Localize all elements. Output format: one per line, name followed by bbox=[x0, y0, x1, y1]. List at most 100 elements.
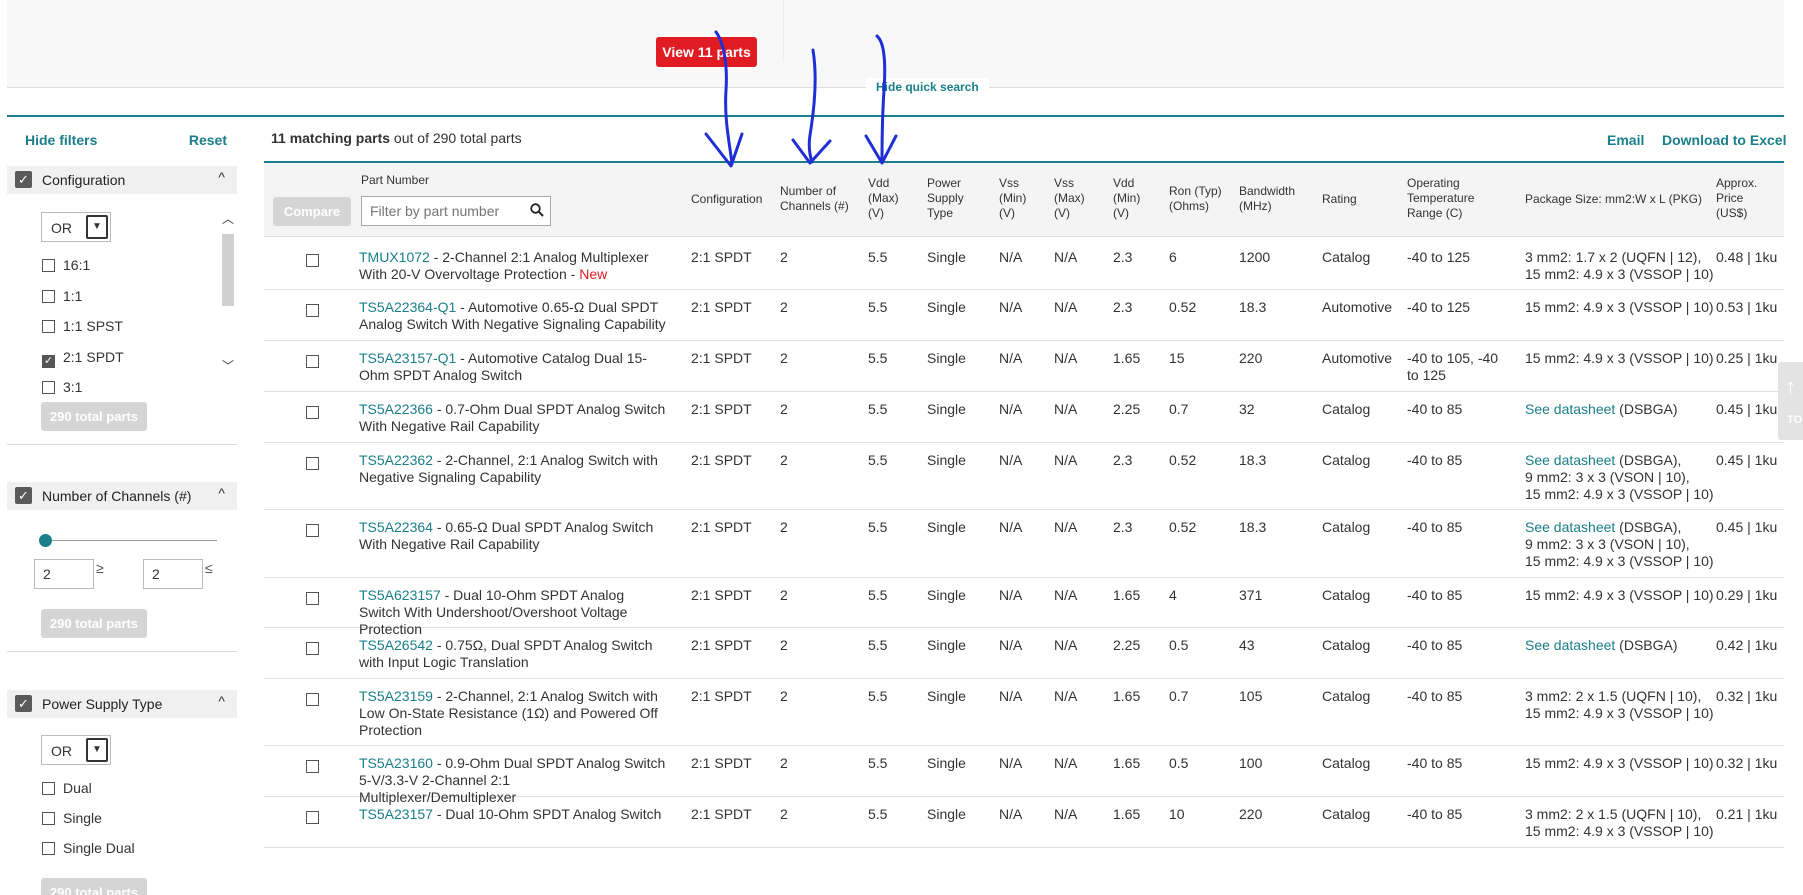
reset-link[interactable]: Reset bbox=[189, 132, 227, 148]
chevron-up-icon[interactable]: ^ bbox=[218, 485, 225, 501]
search-icon[interactable] bbox=[530, 203, 544, 217]
column-header-rating[interactable]: Rating bbox=[1322, 192, 1382, 207]
checkbox-icon[interactable] bbox=[42, 782, 55, 795]
configuration-option[interactable]: 1:1 bbox=[42, 288, 82, 306]
row-compare-checkbox[interactable] bbox=[306, 811, 319, 824]
column-header-vss-max[interactable]: Vss (Max) (V) bbox=[1054, 176, 1092, 221]
configuration-total-button[interactable]: 290 total parts bbox=[41, 402, 147, 431]
checkbox-checked-icon[interactable]: ✓ bbox=[42, 354, 55, 368]
channel-range-track[interactable] bbox=[45, 540, 217, 541]
row-compare-checkbox[interactable] bbox=[306, 304, 319, 317]
checkbox-icon[interactable] bbox=[42, 842, 55, 855]
part-number-link[interactable]: TS5A22364-Q1 bbox=[359, 299, 456, 315]
part-number-link[interactable]: TS5A22366 bbox=[359, 401, 433, 417]
part-number-link[interactable]: TS5A22362 bbox=[359, 452, 433, 468]
checkbox-icon[interactable] bbox=[42, 320, 55, 333]
configuration-option[interactable]: 16:1 bbox=[42, 257, 90, 275]
configuration-option[interactable]: 1:1 SPST bbox=[42, 318, 123, 336]
column-header-package[interactable]: Package Size: mm2:W x L (PKG) bbox=[1525, 192, 1715, 207]
channels-min-input[interactable]: 2 bbox=[34, 559, 94, 589]
column-header-price[interactable]: Approx. Price (US$) bbox=[1716, 176, 1776, 221]
column-header-bandwidth[interactable]: Bandwidth (MHz) bbox=[1239, 184, 1305, 214]
filter-channels-header[interactable]: ✓ Number of Channels (#) ^ bbox=[7, 482, 237, 510]
vssmax-cell: N/A bbox=[1054, 637, 1078, 653]
part-number-link[interactable]: TS5A23157 bbox=[359, 806, 433, 822]
chevron-up-icon[interactable]: ^ bbox=[218, 693, 225, 709]
download-excel-link[interactable]: Download to Excel bbox=[1662, 132, 1786, 148]
config-cell: 2:1 SPDT bbox=[691, 637, 752, 653]
column-header-ron[interactable]: Ron (Typ) (Ohms) bbox=[1169, 184, 1229, 214]
options-scrollbar[interactable]: ︿ ﹀ bbox=[220, 210, 236, 375]
configuration-operator-select[interactable]: OR ▼ bbox=[41, 212, 111, 242]
hide-filters-link[interactable]: Hide filters bbox=[25, 132, 97, 148]
part-number-link[interactable]: TS5A23159 bbox=[359, 688, 433, 704]
column-header-power-supply[interactable]: Power Supply Type bbox=[927, 176, 977, 221]
column-header-channels[interactable]: Number of Channels (#) bbox=[780, 184, 852, 214]
checkbox-icon[interactable] bbox=[42, 289, 55, 303]
column-header-configuration[interactable]: Configuration bbox=[691, 192, 771, 207]
config-cell: 2:1 SPDT bbox=[691, 519, 752, 535]
scroll-down-icon[interactable]: ﹀ bbox=[222, 357, 234, 374]
part-number-link[interactable]: TS5A26542 bbox=[359, 637, 433, 653]
configuration-option[interactable]: 3:1 bbox=[42, 379, 82, 397]
price-cell: 0.45 | 1ku bbox=[1716, 452, 1778, 468]
row-compare-checkbox[interactable] bbox=[306, 254, 319, 267]
column-header-part-number[interactable]: Part Number bbox=[361, 173, 429, 187]
row-compare-checkbox[interactable] bbox=[306, 760, 319, 773]
row-compare-checkbox[interactable] bbox=[306, 457, 319, 470]
row-compare-checkbox[interactable] bbox=[306, 693, 319, 706]
view-parts-button[interactable]: View 11 parts bbox=[656, 37, 757, 67]
checked-icon[interactable]: ✓ bbox=[15, 695, 32, 712]
hide-quick-search-link[interactable]: Hide quick search bbox=[866, 78, 989, 96]
part-number-link[interactable]: TMUX1072 bbox=[359, 249, 430, 265]
email-link[interactable]: Email bbox=[1607, 132, 1644, 148]
option-label: 1:1 bbox=[63, 287, 83, 304]
filter-configuration-header[interactable]: ✓ Configuration ^ bbox=[7, 166, 237, 194]
checked-icon[interactable]: ✓ bbox=[15, 487, 32, 504]
package-cell: See datasheet (DSBGA) bbox=[1525, 637, 1715, 654]
temperature-cell: -40 to 85 bbox=[1407, 587, 1463, 603]
datasheet-link[interactable]: See datasheet bbox=[1525, 637, 1615, 653]
power-option[interactable]: Dual bbox=[42, 780, 92, 798]
chevron-up-icon[interactable]: ^ bbox=[218, 169, 225, 185]
part-number-link[interactable]: TS5A22364 bbox=[359, 519, 433, 535]
column-header-vdd-min[interactable]: Vdd (Min) (V) bbox=[1113, 176, 1151, 221]
row-compare-checkbox[interactable] bbox=[306, 642, 319, 655]
checkbox-icon[interactable] bbox=[42, 259, 55, 272]
channels-total-button[interactable]: 290 total parts bbox=[41, 609, 147, 638]
scroll-up-icon[interactable]: ︿ bbox=[222, 210, 234, 227]
configuration-option[interactable]: ✓ 2:1 SPDT bbox=[42, 349, 124, 368]
option-label: Dual bbox=[63, 780, 92, 796]
checkbox-icon[interactable] bbox=[42, 381, 55, 394]
datasheet-link[interactable]: See datasheet bbox=[1525, 452, 1615, 468]
part-number-filter-input[interactable] bbox=[361, 196, 551, 226]
datasheet-link[interactable]: See datasheet bbox=[1525, 519, 1615, 535]
rating-cell: Catalog bbox=[1322, 519, 1371, 535]
row-compare-checkbox[interactable] bbox=[306, 406, 319, 419]
back-to-top-button[interactable]: ↑ TO bbox=[1778, 362, 1803, 440]
channel-range-handle[interactable] bbox=[39, 534, 52, 547]
compare-button[interactable]: Compare bbox=[273, 197, 351, 226]
part-number-link[interactable]: TS5A623157 bbox=[359, 587, 441, 603]
row-compare-checkbox[interactable] bbox=[306, 524, 319, 537]
package-cell: See datasheet (DSBGA), 9 mm2: 3 x 3 (VSO… bbox=[1525, 519, 1715, 570]
datasheet-link[interactable]: See datasheet bbox=[1525, 401, 1615, 417]
channels-max-input[interactable]: 2 bbox=[143, 559, 203, 589]
temperature-cell: -40 to 105, -40 to 125 bbox=[1407, 350, 1499, 383]
power-option[interactable]: Single bbox=[42, 810, 102, 828]
row-compare-checkbox[interactable] bbox=[306, 355, 319, 368]
bw-cell: 18.3 bbox=[1239, 299, 1267, 315]
column-header-vss-min[interactable]: Vss (Min) (V) bbox=[999, 176, 1037, 221]
row-compare-checkbox[interactable] bbox=[306, 592, 319, 605]
scroll-thumb[interactable] bbox=[222, 234, 234, 306]
filter-power-header[interactable]: ✓ Power Supply Type ^ bbox=[7, 690, 237, 718]
power-operator-select[interactable]: OR ▼ bbox=[41, 735, 111, 765]
column-header-vdd-max[interactable]: Vdd (Max) (V) bbox=[868, 176, 906, 221]
checked-icon[interactable]: ✓ bbox=[15, 171, 32, 188]
power-option[interactable]: Single Dual bbox=[42, 840, 135, 858]
part-number-link[interactable]: TS5A23157-Q1 bbox=[359, 350, 456, 366]
checkbox-icon[interactable] bbox=[42, 812, 55, 825]
power-total-button[interactable]: 290 total parts bbox=[41, 878, 147, 895]
column-header-temperature[interactable]: Operating Temperature Range (C) bbox=[1407, 176, 1499, 221]
part-number-link[interactable]: TS5A23160 bbox=[359, 755, 433, 771]
